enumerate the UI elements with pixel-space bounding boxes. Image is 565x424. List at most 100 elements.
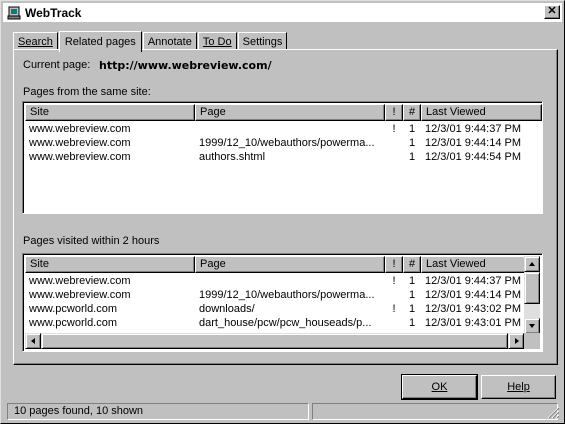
column-site[interactable]: Site bbox=[25, 104, 195, 121]
tab-settings[interactable]: Settings bbox=[237, 32, 288, 50]
cell-count: 1 bbox=[408, 151, 416, 163]
cell-site: www.webreview.com bbox=[29, 123, 131, 135]
cell-site: www.webreview.com bbox=[29, 151, 131, 163]
table-row[interactable]: www.webreview.com authors.shtml 1 12/3/0… bbox=[25, 150, 542, 164]
hscroll-thumb[interactable] bbox=[41, 333, 508, 349]
cell-flag: ! bbox=[392, 123, 396, 135]
tab-strip: Search Related pages Annotate To Do Sett… bbox=[13, 31, 288, 52]
same-site-header: Site Page ! # Last Viewed bbox=[25, 104, 542, 121]
current-page-label: Current page: bbox=[23, 59, 91, 71]
scroll-up-button[interactable] bbox=[524, 256, 540, 272]
cell-count: 1 bbox=[408, 317, 416, 329]
cell-site: www.webreview.com bbox=[29, 289, 131, 301]
cell-last-viewed: 12/3/01 9:44:14 PM bbox=[425, 137, 522, 149]
help-button[interactable]: Help bbox=[481, 375, 556, 399]
arrow-right-icon bbox=[515, 338, 519, 344]
webtrack-window: WebTrack ✕ Search Related pages Annotate… bbox=[0, 0, 565, 424]
cell-site: www.webreview.com bbox=[29, 137, 131, 149]
recent-pages-label: Pages visited within 2 hours bbox=[23, 235, 160, 247]
scroll-right-button[interactable] bbox=[508, 333, 524, 349]
column-last-viewed[interactable]: Last Viewed bbox=[421, 104, 542, 121]
tab-related-pages-label: Related pages bbox=[64, 36, 136, 48]
ok-button[interactable]: OK bbox=[401, 374, 478, 400]
column-count[interactable]: # bbox=[403, 104, 421, 121]
arrow-up-icon bbox=[529, 262, 535, 266]
tab-to-do[interactable]: To Do bbox=[197, 32, 237, 50]
status-text: 10 pages found, 10 shown bbox=[7, 403, 309, 420]
tab-annotate-label: Annotate bbox=[147, 35, 192, 48]
resize-grip-icon[interactable] bbox=[546, 405, 560, 419]
table-row[interactable]: www.pcworld.com dart_house/pcw/pcw_house… bbox=[25, 316, 526, 330]
cell-last-viewed: 12/3/01 9:44:54 PM bbox=[425, 151, 522, 163]
arrow-left-icon bbox=[31, 338, 35, 344]
cell-last-viewed: 12/3/01 9:44:37 PM bbox=[425, 123, 522, 135]
cell-last-viewed: 12/3/01 9:43:02 PM bbox=[425, 303, 522, 315]
cell-flag bbox=[385, 136, 403, 150]
status-pane-empty bbox=[312, 403, 558, 420]
tab-search[interactable]: Search bbox=[13, 32, 58, 50]
current-page-url: http://www.webreview.com/ bbox=[99, 59, 272, 72]
cell-site: www.webreview.com bbox=[29, 275, 131, 287]
cell-page: authors.shtml bbox=[199, 151, 266, 163]
title-bar: WebTrack ✕ bbox=[3, 3, 562, 22]
cell-flag bbox=[385, 288, 403, 302]
recent-rows: www.webreview.com ! 1 12/3/01 9:44:37 PM… bbox=[25, 274, 526, 330]
recent-header: Site Page ! # Last Viewed bbox=[25, 256, 526, 273]
cell-site: www.pcworld.com bbox=[29, 317, 118, 329]
cell-last-viewed: 12/3/01 9:43:01 PM bbox=[425, 317, 522, 329]
tab-settings-label: Settings bbox=[242, 35, 283, 48]
cell-count: 1 bbox=[408, 137, 416, 149]
cell-flag: ! bbox=[392, 303, 396, 315]
scroll-thumb[interactable] bbox=[524, 272, 540, 304]
column-page[interactable]: Page bbox=[195, 104, 385, 121]
same-site-label: Pages from the same site: bbox=[23, 86, 151, 98]
cell-site: www.pcworld.com bbox=[29, 303, 118, 315]
cell-page: 1999/12_10/webauthors/powerma... bbox=[199, 289, 375, 301]
table-row[interactable]: www.webreview.com ! 1 12/3/01 9:44:37 PM bbox=[25, 122, 542, 136]
tab-search-label: Search bbox=[18, 35, 53, 48]
column-site[interactable]: Site bbox=[25, 256, 195, 273]
window-title: WebTrack bbox=[25, 5, 82, 20]
horizontal-scrollbar[interactable] bbox=[25, 333, 524, 349]
cell-count: 1 bbox=[408, 123, 416, 135]
arrow-down-icon bbox=[529, 324, 535, 328]
cell-page bbox=[195, 122, 385, 136]
close-icon: ✕ bbox=[547, 5, 557, 17]
table-row[interactable]: www.pcworld.com downloads/ ! 1 12/3/01 9… bbox=[25, 302, 526, 316]
column-flag[interactable]: ! bbox=[385, 256, 403, 273]
table-row[interactable]: www.webreview.com 1999/12_10/webauthors/… bbox=[25, 288, 526, 302]
scroll-corner bbox=[524, 333, 540, 349]
cell-flag bbox=[385, 316, 403, 330]
cell-page bbox=[195, 274, 385, 288]
cell-last-viewed: 12/3/01 9:44:14 PM bbox=[425, 289, 522, 301]
ok-button-label: OK bbox=[431, 381, 448, 393]
status-bar: 10 pages found, 10 shown bbox=[3, 401, 562, 421]
cell-page: downloads/ bbox=[199, 303, 255, 315]
close-button[interactable]: ✕ bbox=[544, 5, 560, 19]
webtrack-app-icon bbox=[7, 6, 21, 20]
cell-count: 1 bbox=[408, 303, 416, 315]
column-flag[interactable]: ! bbox=[385, 104, 403, 121]
tab-to-do-label: To Do bbox=[202, 35, 232, 48]
cell-page: dart_house/pcw/pcw_houseads/p... bbox=[199, 317, 372, 329]
cell-last-viewed: 12/3/01 9:44:37 PM bbox=[425, 275, 522, 287]
column-last-viewed[interactable]: Last Viewed bbox=[421, 256, 526, 273]
tab-annotate[interactable]: Annotate bbox=[142, 32, 197, 50]
table-row[interactable]: www.webreview.com 1999/12_10/webauthors/… bbox=[25, 136, 542, 150]
table-row[interactable]: www.webreview.com ! 1 12/3/01 9:44:37 PM bbox=[25, 274, 526, 288]
vertical-scrollbar[interactable] bbox=[524, 256, 540, 334]
column-count[interactable]: # bbox=[403, 256, 421, 273]
tab-related-pages[interactable]: Related pages bbox=[58, 31, 142, 52]
cell-flag: ! bbox=[392, 275, 396, 287]
cell-count: 1 bbox=[408, 289, 416, 301]
scroll-left-button[interactable] bbox=[25, 333, 41, 349]
help-button-label: Help bbox=[507, 381, 530, 393]
same-site-rows: www.webreview.com ! 1 12/3/01 9:44:37 PM… bbox=[25, 122, 542, 164]
recent-pages-list[interactable]: Site Page ! # Last Viewed www.webreview.… bbox=[22, 253, 543, 352]
same-site-list[interactable]: Site Page ! # Last Viewed www.webreview.… bbox=[22, 101, 543, 214]
scroll-down-button[interactable] bbox=[524, 318, 540, 334]
column-page[interactable]: Page bbox=[195, 256, 385, 273]
cell-page: 1999/12_10/webauthors/powerma... bbox=[199, 137, 375, 149]
cell-count: 1 bbox=[408, 275, 416, 287]
cell-flag bbox=[385, 150, 403, 164]
